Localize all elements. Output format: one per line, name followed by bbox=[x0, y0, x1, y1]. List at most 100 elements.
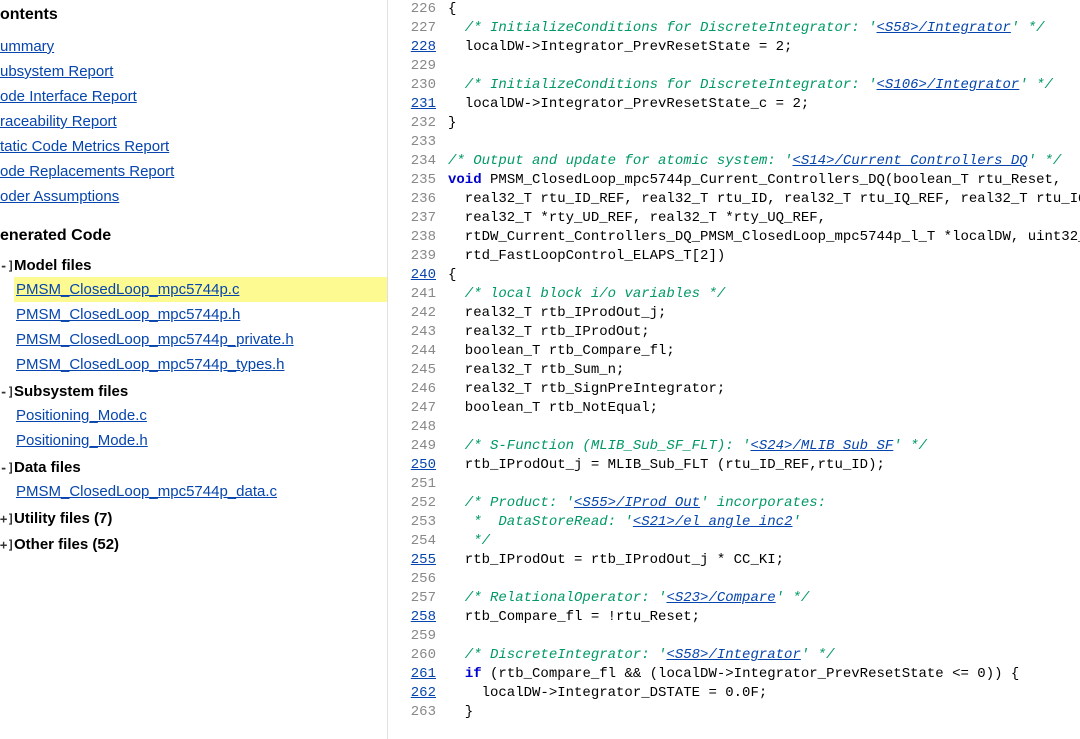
code-line: 252 /* Product: '<S55>/IProd Out' incorp… bbox=[388, 494, 1080, 513]
nav-item-4: tatic Code Metrics Report bbox=[0, 134, 388, 159]
line-number[interactable]: 262 bbox=[388, 684, 448, 703]
code-text: { bbox=[448, 0, 1080, 19]
line-number: 247 bbox=[388, 399, 448, 418]
file-section-header-0[interactable]: -]Model files bbox=[0, 251, 388, 277]
code-text: localDW->Integrator_PrevResetState = 2; bbox=[448, 38, 1080, 57]
sidebar-separator bbox=[387, 0, 388, 739]
line-number[interactable]: 228 bbox=[388, 38, 448, 57]
code-line: 227 /* InitializeConditions for Discrete… bbox=[388, 19, 1080, 38]
tree-toggle-icon[interactable]: -] bbox=[0, 259, 12, 273]
generated-code-heading: enerated Code bbox=[0, 209, 388, 251]
line-number[interactable]: 255 bbox=[388, 551, 448, 570]
line-number: 242 bbox=[388, 304, 448, 323]
file-link[interactable]: PMSM_ClosedLoop_mpc5744p_data.c bbox=[16, 483, 277, 500]
code-line: 239 rtd_FastLoopControl_ELAPS_T[2]) bbox=[388, 247, 1080, 266]
line-number[interactable]: 240 bbox=[388, 266, 448, 285]
nav-link-2[interactable]: ode Interface Report bbox=[0, 88, 137, 105]
code-line: 240{ bbox=[388, 266, 1080, 285]
line-number: 243 bbox=[388, 323, 448, 342]
code-text: /* S-Function (MLIB_Sub_SF_FLT): '<S24>/… bbox=[448, 437, 1080, 456]
code-line: 237 real32_T *rty_UD_REF, real32_T *rty_… bbox=[388, 209, 1080, 228]
file-item: PMSM_ClosedLoop_mpc5744p.c bbox=[14, 277, 388, 302]
line-number: 227 bbox=[388, 19, 448, 38]
file-link[interactable]: PMSM_ClosedLoop_mpc5744p_types.h bbox=[16, 356, 285, 373]
line-number: 241 bbox=[388, 285, 448, 304]
code-text: real32_T rtu_ID_REF, real32_T rtu_ID, re… bbox=[448, 190, 1080, 209]
code-text: rtb_Compare_fl = !rtu_Reset; bbox=[448, 608, 1080, 627]
code-text: } bbox=[448, 114, 1080, 133]
line-number[interactable]: 250 bbox=[388, 456, 448, 475]
code-text: real32_T rtb_IProdOut; bbox=[448, 323, 1080, 342]
file-link[interactable]: PMSM_ClosedLoop_mpc5744p.h bbox=[16, 306, 240, 323]
code-text: boolean_T rtb_NotEqual; bbox=[448, 399, 1080, 418]
code-line: 245 real32_T rtb_Sum_n; bbox=[388, 361, 1080, 380]
code-text: /* InitializeConditions for DiscreteInte… bbox=[448, 76, 1080, 95]
file-section-label: Data files bbox=[14, 459, 81, 476]
code-line: 259 bbox=[388, 627, 1080, 646]
file-section-header-3[interactable]: +]Utility files (7) bbox=[0, 504, 388, 530]
file-link[interactable]: Positioning_Mode.c bbox=[16, 407, 147, 424]
line-number[interactable]: 261 bbox=[388, 665, 448, 684]
code-text: } bbox=[448, 703, 1080, 722]
line-number: 254 bbox=[388, 532, 448, 551]
source-code-pane[interactable]: 226{227 /* InitializeConditions for Disc… bbox=[388, 0, 1080, 739]
nav-link-6[interactable]: oder Assumptions bbox=[0, 188, 119, 205]
code-line: 262 localDW->Integrator_DSTATE = 0.0F; bbox=[388, 684, 1080, 703]
tree-toggle-icon[interactable]: +] bbox=[0, 512, 12, 526]
code-crossref-link[interactable]: <S14>/Current_Controllers_DQ bbox=[792, 153, 1027, 169]
file-item: PMSM_ClosedLoop_mpc5744p_types.h bbox=[14, 352, 388, 377]
code-line: 235void PMSM_ClosedLoop_mpc5744p_Current… bbox=[388, 171, 1080, 190]
code-line: 254 */ bbox=[388, 532, 1080, 551]
file-section-label: Other files (52) bbox=[14, 536, 119, 553]
code-text: rtDW_Current_Controllers_DQ_PMSM_ClosedL… bbox=[448, 228, 1080, 247]
tree-toggle-icon[interactable]: -] bbox=[0, 385, 12, 399]
code-crossref-link[interactable]: <S58>/Integrator bbox=[876, 20, 1010, 36]
line-number: 259 bbox=[388, 627, 448, 646]
code-text: /* Output and update for atomic system: … bbox=[448, 152, 1080, 171]
line-number: 248 bbox=[388, 418, 448, 437]
line-number: 260 bbox=[388, 646, 448, 665]
code-text: localDW->Integrator_DSTATE = 0.0F; bbox=[448, 684, 1080, 703]
line-number: 263 bbox=[388, 703, 448, 722]
line-number[interactable]: 231 bbox=[388, 95, 448, 114]
nav-link-0[interactable]: ummary bbox=[0, 38, 54, 55]
line-number: 252 bbox=[388, 494, 448, 513]
file-section-header-2[interactable]: -]Data files bbox=[0, 453, 388, 479]
nav-link-1[interactable]: ubsystem Report bbox=[0, 63, 113, 80]
tree-toggle-icon[interactable]: -] bbox=[0, 461, 12, 475]
code-crossref-link[interactable]: <S55>/IProd Out bbox=[574, 495, 700, 511]
tree-toggle-icon[interactable]: +] bbox=[0, 538, 12, 552]
file-section-label: Model files bbox=[14, 257, 92, 274]
code-line: 229 bbox=[388, 57, 1080, 76]
code-crossref-link[interactable]: <S23>/Compare bbox=[666, 590, 775, 606]
file-section-header-4[interactable]: +]Other files (52) bbox=[0, 530, 388, 556]
code-line: 247 boolean_T rtb_NotEqual; bbox=[388, 399, 1080, 418]
code-text bbox=[448, 133, 1080, 152]
code-line: 260 /* DiscreteIntegrator: '<S58>/Integr… bbox=[388, 646, 1080, 665]
code-text: if (rtb_Compare_fl && (localDW->Integrat… bbox=[448, 665, 1080, 684]
code-line: 238 rtDW_Current_Controllers_DQ_PMSM_Clo… bbox=[388, 228, 1080, 247]
code-line: 228 localDW->Integrator_PrevResetState =… bbox=[388, 38, 1080, 57]
line-number: 246 bbox=[388, 380, 448, 399]
file-item: PMSM_ClosedLoop_mpc5744p.h bbox=[14, 302, 388, 327]
file-link[interactable]: PMSM_ClosedLoop_mpc5744p_private.h bbox=[16, 331, 294, 348]
file-section-header-1[interactable]: -]Subsystem files bbox=[0, 377, 388, 403]
code-crossref-link[interactable]: <S58>/Integrator bbox=[666, 647, 800, 663]
code-crossref-link[interactable]: <S24>/MLIB_Sub_SF bbox=[750, 438, 893, 454]
code-text: rtb_IProdOut_j = MLIB_Sub_FLT (rtu_ID_RE… bbox=[448, 456, 1080, 475]
file-link[interactable]: Positioning_Mode.h bbox=[16, 432, 148, 449]
nav-link-4[interactable]: tatic Code Metrics Report bbox=[0, 138, 169, 155]
code-line: 241 /* local block i/o variables */ bbox=[388, 285, 1080, 304]
line-number: 236 bbox=[388, 190, 448, 209]
file-link[interactable]: PMSM_ClosedLoop_mpc5744p.c bbox=[16, 281, 239, 298]
code-line: 243 real32_T rtb_IProdOut; bbox=[388, 323, 1080, 342]
line-number[interactable]: 258 bbox=[388, 608, 448, 627]
nav-link-5[interactable]: ode Replacements Report bbox=[0, 163, 174, 180]
file-sections: -]Model filesPMSM_ClosedLoop_mpc5744p.cP… bbox=[0, 251, 388, 556]
code-text: real32_T rtb_Sum_n; bbox=[448, 361, 1080, 380]
nav-link-3[interactable]: raceability Report bbox=[0, 113, 117, 130]
code-line: 251 bbox=[388, 475, 1080, 494]
code-crossref-link[interactable]: <S106>/Integrator bbox=[876, 77, 1019, 93]
code-text: rtd_FastLoopControl_ELAPS_T[2]) bbox=[448, 247, 1080, 266]
code-crossref-link[interactable]: <S21>/el_angle_inc2 bbox=[633, 514, 793, 530]
